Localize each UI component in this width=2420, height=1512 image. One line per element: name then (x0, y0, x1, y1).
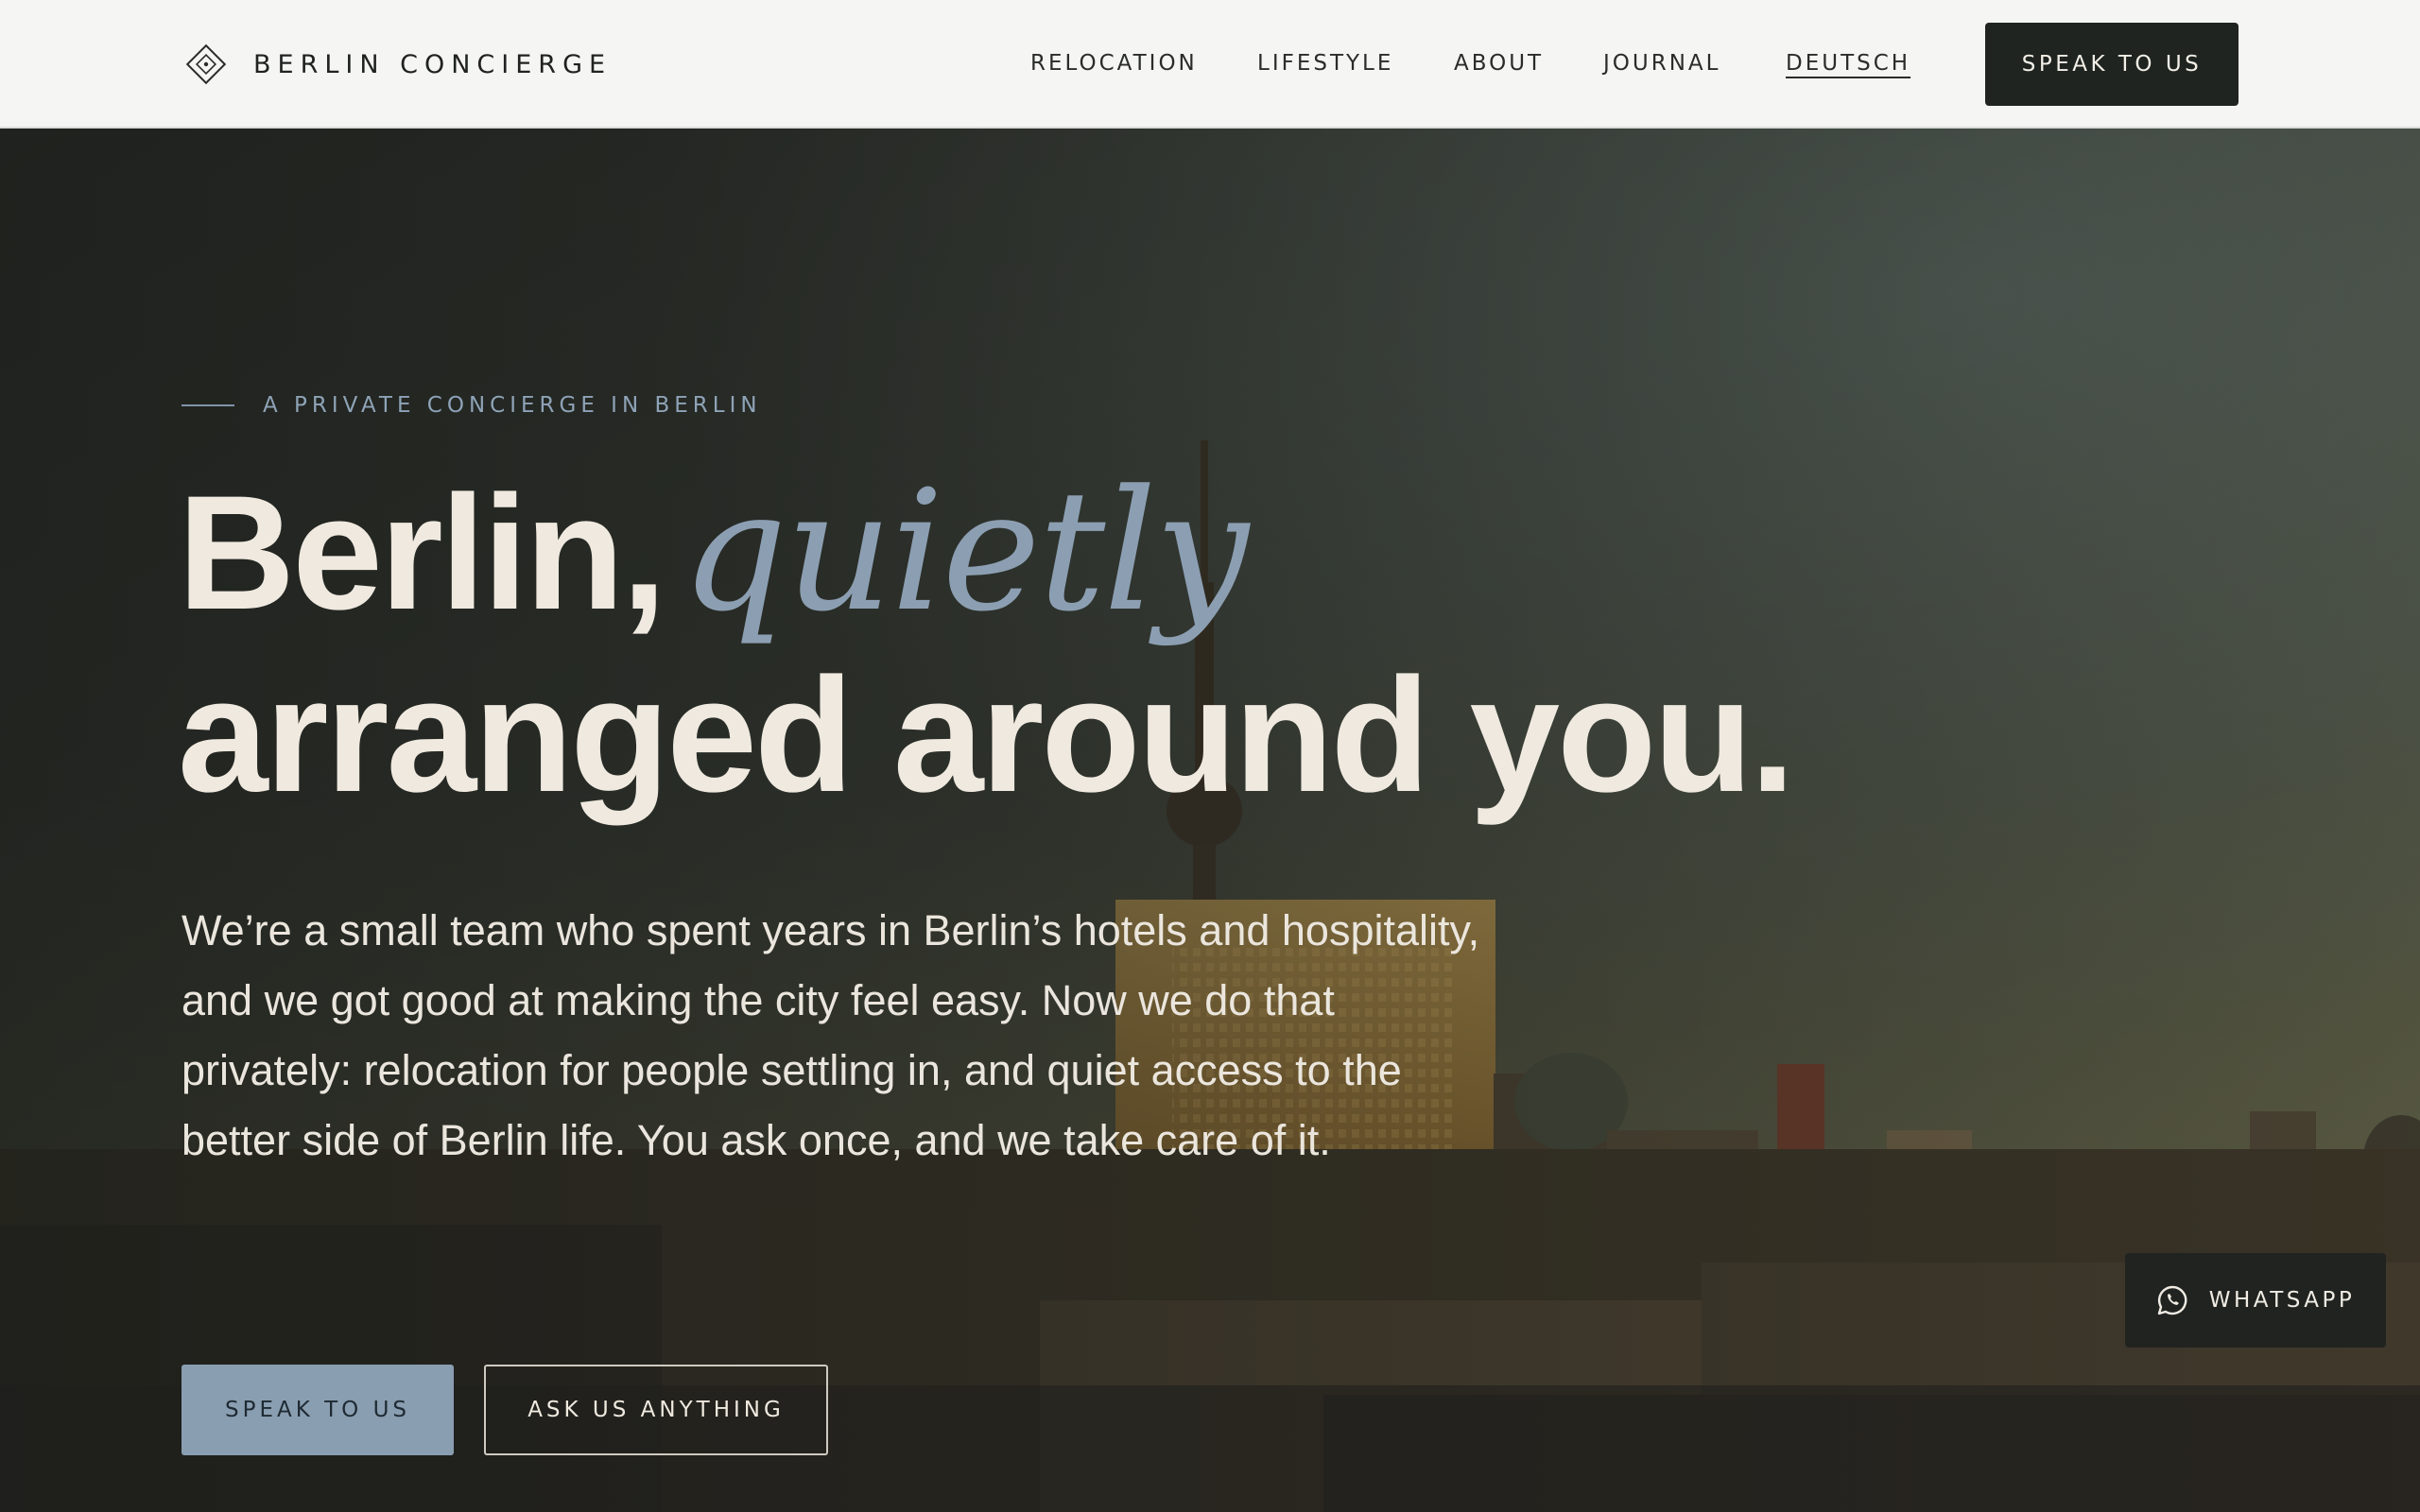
nav-about[interactable]: ABOUT (1454, 51, 1544, 76)
header-speak-to-us-button[interactable]: SPEAK TO US (1985, 23, 2238, 106)
hero-headline-line2: arranged around you. (178, 644, 1795, 826)
hero-section: A PRIVATE CONCIERGE IN BERLIN Berlin, qui… (0, 129, 2420, 1512)
nav-relocation[interactable]: RELOCATION (1030, 51, 1198, 76)
headline-accent-quietly: quietly (681, 455, 1249, 648)
nav-lifestyle[interactable]: LIFESTYLE (1257, 51, 1393, 76)
whatsapp-label: WHATSAPP (2208, 1288, 2356, 1313)
brand-name: BERLIN CONCIERGE (253, 49, 613, 79)
nav-journal[interactable]: JOURNAL (1603, 51, 1720, 76)
hero-speak-to-us-button[interactable]: SPEAK TO US (182, 1365, 454, 1455)
hero-intro-paragraph: We’re a small team who spent years in Be… (182, 906, 1480, 1164)
whatsapp-button[interactable]: WHATSAPP (2125, 1253, 2386, 1348)
hero-ask-us-anything-button[interactable]: ASK US ANYTHING (484, 1365, 828, 1455)
brand-logo[interactable]: BERLIN CONCIERGE (182, 40, 612, 89)
eyebrow-text: A PRIVATE CONCIERGE IN BERLIN (263, 393, 762, 418)
hero-eyebrow: A PRIVATE CONCIERGE IN BERLIN (182, 391, 762, 420)
whatsapp-icon (2157, 1285, 2187, 1315)
site-header: BERLIN CONCIERGE RELOCATION LIFESTYLE AB… (0, 0, 2420, 129)
headline-berlin: Berlin, (178, 462, 666, 644)
nav-language-deutsch[interactable]: DEUTSCH (1786, 51, 1910, 76)
hero-headline-line1: Berlin, quietly (178, 469, 1249, 635)
diamond-logo-icon (185, 43, 227, 85)
eyebrow-divider (182, 404, 234, 406)
